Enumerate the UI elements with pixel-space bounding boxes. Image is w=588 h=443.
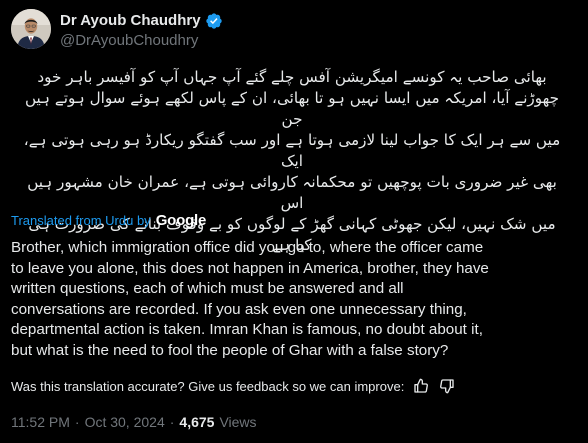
author-display-name[interactable]: Dr Ayoub Chaudhry	[60, 12, 201, 29]
tweet-meta: 11:52 PM · Oct 30, 2024 · 4,675 Views	[11, 414, 257, 430]
avatar-image	[11, 9, 51, 49]
author-handle[interactable]: @DrAyoubChoudhry	[60, 32, 198, 49]
translation-line: written questions, each of which must be…	[11, 280, 404, 297]
tweet-card: Dr Ayoub Chaudhry @DrAyoubChoudhry بھائی…	[0, 0, 588, 443]
avatar[interactable]	[11, 9, 51, 49]
original-line: بھائی صاحب یہ کونسے امیگریشن آفس چلے گئے…	[37, 68, 547, 86]
meta-separator: ·	[74, 414, 80, 430]
translation-attribution: Translated from Urdu by Google	[11, 212, 206, 229]
feedback-prompt: Was this translation accurate? Give us f…	[11, 378, 405, 394]
tweet-date[interactable]: Oct 30, 2024	[85, 414, 165, 430]
tweet-translation-text: Brother, which immigration office did yo…	[11, 238, 581, 361]
original-line: چھوڑنے آیا، امریکہ میں ایسا نہیں ہو تا ب…	[25, 89, 559, 128]
translation-line: Brother, which immigration office did yo…	[11, 239, 484, 256]
views-label: Views	[219, 414, 257, 430]
translation-feedback: Was this translation accurate? Give us f…	[11, 377, 456, 395]
thumbs-down-icon[interactable]	[438, 377, 456, 395]
verified-badge-icon[interactable]	[205, 12, 223, 30]
translation-line: conversations are recorded. If you ask e…	[11, 300, 467, 318]
author-name-row: Dr Ayoub Chaudhry	[60, 11, 223, 30]
translation-line: to leave you alone, this does not happen…	[11, 259, 489, 277]
translated-from-link[interactable]: Translated from Urdu by	[11, 213, 151, 228]
meta-separator: ·	[169, 414, 175, 430]
thumbs-up-icon[interactable]	[412, 377, 430, 395]
translation-line: but what is the need to fool the people …	[11, 341, 449, 359]
tweet-time[interactable]: 11:52 PM	[11, 414, 70, 430]
google-logo: Google	[155, 212, 207, 229]
translation-line: departmental action is taken. Imran Khan…	[11, 321, 483, 338]
original-line: بھی غیر ضروری بات پوچھیں تو محکمانہ کارو…	[27, 173, 557, 212]
original-line: میں سے ہر ایک کا جواب لینا لازمی ہوتا ہے…	[23, 131, 561, 170]
views-count: 4,675	[179, 414, 215, 430]
